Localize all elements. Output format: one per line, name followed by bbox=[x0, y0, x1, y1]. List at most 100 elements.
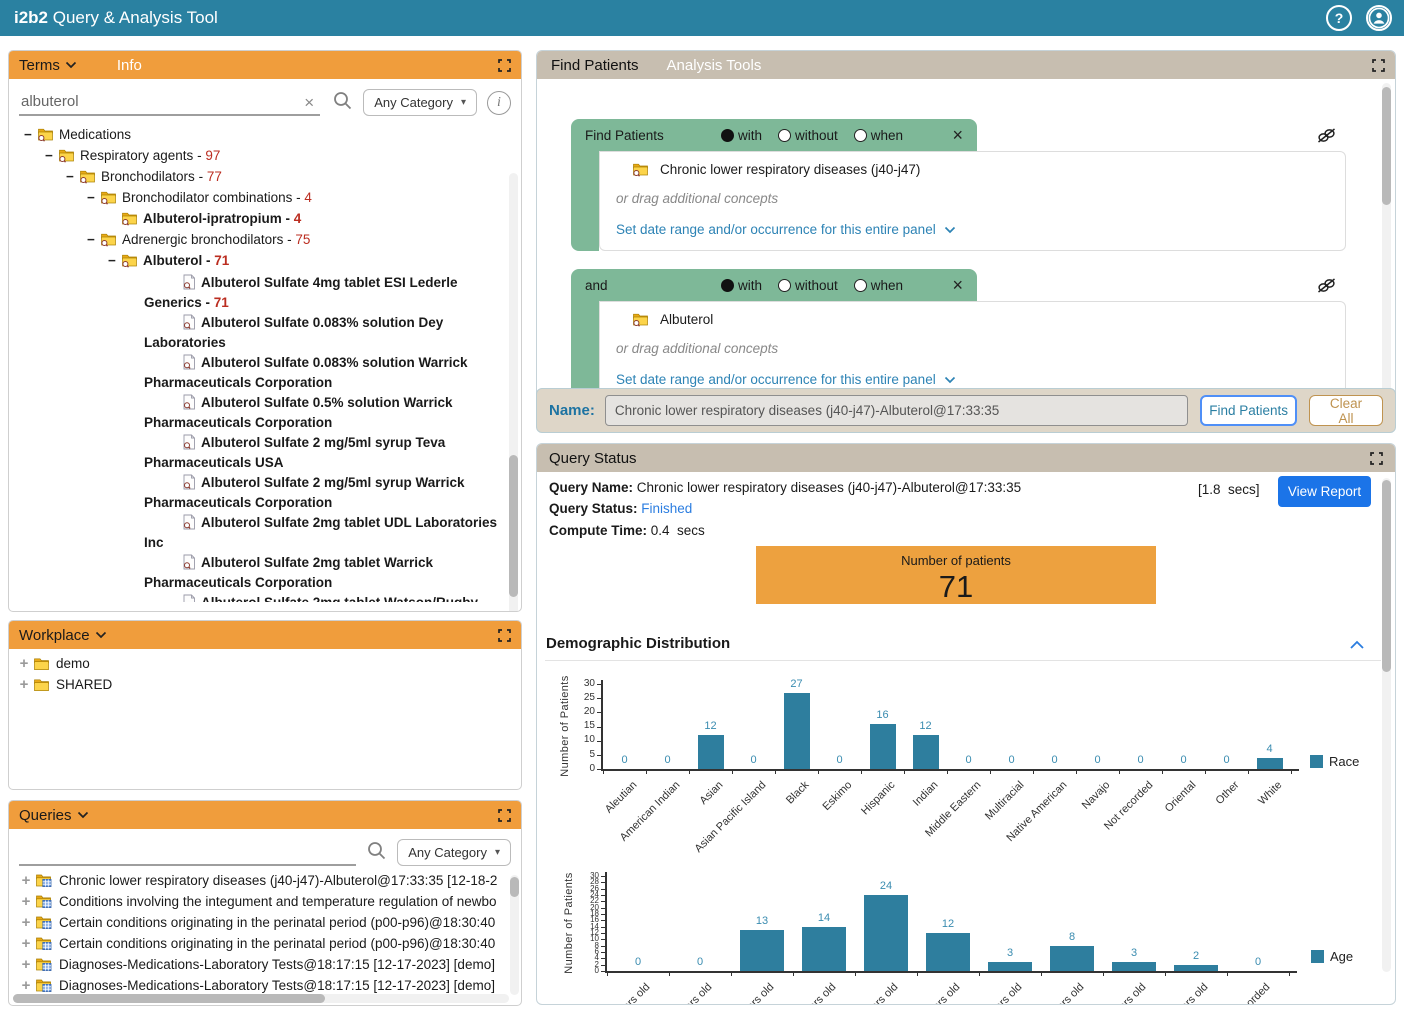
radio-without[interactable]: without bbox=[778, 128, 838, 143]
info-icon[interactable]: i bbox=[487, 91, 511, 115]
close-icon[interactable]: × bbox=[952, 125, 963, 146]
panel-concept[interactable]: Chronic lower respiratory diseases (j40-… bbox=[630, 162, 1329, 177]
expand-icon[interactable] bbox=[1370, 452, 1383, 465]
clear-all-button[interactable]: Clear All bbox=[1309, 395, 1383, 426]
radio-without-circle[interactable] bbox=[778, 129, 791, 142]
expand-icon[interactable] bbox=[498, 629, 511, 642]
tab-info[interactable]: Info bbox=[117, 57, 142, 74]
expand-plus-icon[interactable]: + bbox=[17, 653, 31, 674]
query-name-bar: Name: Find Patients Clear All bbox=[536, 388, 1396, 433]
x-tick-label: >= 95 years old bbox=[1096, 981, 1211, 1005]
unlink-icon[interactable] bbox=[1315, 127, 1338, 149]
fp-scrollbar[interactable] bbox=[1382, 83, 1391, 427]
close-icon[interactable]: × bbox=[952, 275, 963, 296]
radio-with[interactable]: with bbox=[721, 128, 762, 143]
search-icon[interactable] bbox=[366, 840, 387, 866]
compute-time-row: Compute Time: 0.4 secs bbox=[549, 523, 705, 538]
user-icon[interactable] bbox=[1366, 5, 1392, 31]
workplace-panel-header: Workplace bbox=[9, 621, 521, 649]
query-item[interactable]: +Diagnoses-Medications-Laboratory Tests@… bbox=[11, 975, 507, 996]
collapse-icon[interactable]: − bbox=[42, 145, 56, 166]
workplace-item[interactable]: +SHARED bbox=[9, 674, 521, 695]
tree-leaf-item[interactable]: Albuterol Sulfate 2mg tablet Watson/Rugb… bbox=[15, 594, 507, 602]
query-status-scrollbar[interactable] bbox=[1382, 478, 1391, 972]
terms-title[interactable]: Terms bbox=[19, 57, 77, 74]
tree-folder-item[interactable]: −Respiratory agents - 97 bbox=[42, 145, 507, 166]
bar-value: 0 bbox=[1169, 754, 1199, 766]
panel-drop-area[interactable]: Albuterol or drag additional concepts Se… bbox=[599, 301, 1346, 401]
radio-with[interactable]: with bbox=[721, 278, 762, 293]
expand-icon[interactable] bbox=[498, 809, 511, 822]
queries-category-dropdown[interactable]: Any Category▾ bbox=[397, 839, 511, 866]
tree-leaf-item[interactable]: Albuterol Sulfate 4mg tablet ESI Lederle… bbox=[15, 274, 507, 311]
query-item[interactable]: +Certain conditions originating in the p… bbox=[11, 912, 507, 933]
tree-leaf-item[interactable]: Albuterol Sulfate 0.083% solution Dey La… bbox=[15, 314, 507, 351]
radio-when-circle[interactable] bbox=[854, 129, 867, 142]
find-patients-button[interactable]: Find Patients bbox=[1200, 395, 1297, 426]
tree-leaf-item[interactable]: Albuterol Sulfate 2 mg/5ml syrup Teva Ph… bbox=[15, 434, 507, 471]
tree-folder-item[interactable]: Albuterol-ipratropium - 4 bbox=[105, 208, 507, 229]
search-icon[interactable] bbox=[332, 90, 353, 116]
panel-concept[interactable]: Albuterol bbox=[630, 312, 1329, 327]
collapse-icon[interactable]: − bbox=[105, 250, 119, 271]
expand-icon[interactable] bbox=[498, 59, 511, 72]
tree-folder-item[interactable]: −Albuterol - 71 bbox=[105, 250, 507, 271]
tree-folder-item[interactable]: −Adrenergic bronchodilators - 75 bbox=[84, 229, 507, 250]
tree-folder-item[interactable]: −Bronchodilator combinations - 4 bbox=[84, 187, 507, 208]
date-range-link[interactable]: Set date range and/or occurrence for thi… bbox=[616, 372, 1329, 387]
query-item[interactable]: +Certain conditions originating in the p… bbox=[11, 933, 507, 954]
document-search-icon bbox=[164, 594, 196, 602]
query-item[interactable]: +Conditions involving the integument and… bbox=[11, 891, 507, 912]
query-item[interactable]: +Diagnoses-Medications-Laboratory Tests@… bbox=[11, 954, 507, 975]
panel-drop-area[interactable]: Chronic lower respiratory diseases (j40-… bbox=[599, 151, 1346, 251]
collapse-icon[interactable]: − bbox=[84, 229, 98, 250]
tree-folder-item[interactable]: −Medications bbox=[21, 124, 507, 145]
radio-when[interactable]: when bbox=[854, 128, 903, 143]
query-name-input[interactable] bbox=[605, 395, 1188, 426]
queries-search-input[interactable] bbox=[19, 839, 356, 866]
x-tick-label: 65-74 years old bbox=[910, 981, 1025, 1005]
chevron-up-icon[interactable] bbox=[1349, 637, 1365, 655]
terms-category-dropdown[interactable]: Any Category▾ bbox=[363, 89, 477, 116]
expand-plus-icon[interactable]: + bbox=[19, 975, 33, 996]
bar-hispanic bbox=[870, 724, 896, 769]
radio-with-circle[interactable] bbox=[721, 279, 734, 292]
radio-with-circle[interactable] bbox=[721, 129, 734, 142]
expand-plus-icon[interactable]: + bbox=[19, 954, 33, 975]
expand-icon[interactable] bbox=[1372, 59, 1385, 72]
tree-leaf-item[interactable]: Albuterol Sulfate 2mg tablet Warrick Pha… bbox=[15, 554, 507, 591]
radio-when-circle[interactable] bbox=[854, 279, 867, 292]
expand-plus-icon[interactable]: + bbox=[17, 674, 31, 695]
collapse-icon[interactable]: − bbox=[84, 187, 98, 208]
tab-analysis-tools[interactable]: Analysis Tools bbox=[653, 57, 776, 74]
tree-leaf-item[interactable]: Albuterol Sulfate 0.083% solution Warric… bbox=[15, 354, 507, 391]
clear-search-icon[interactable]: × bbox=[304, 93, 314, 113]
queries-title[interactable]: Queries bbox=[19, 807, 89, 824]
workplace-title[interactable]: Workplace bbox=[19, 627, 107, 644]
tree-leaf-item[interactable]: Albuterol Sulfate 0.5% solution Warrick … bbox=[15, 394, 507, 431]
terms-search-input[interactable] bbox=[19, 89, 320, 116]
terms-scrollbar[interactable] bbox=[509, 173, 518, 612]
unlink-icon[interactable] bbox=[1315, 277, 1338, 299]
tree-leaf-item[interactable]: Albuterol Sulfate 2mg tablet UDL Laborat… bbox=[15, 514, 507, 551]
workplace-item[interactable]: +demo bbox=[9, 653, 521, 674]
expand-plus-icon[interactable]: + bbox=[19, 933, 33, 954]
queries-vscrollbar[interactable] bbox=[510, 875, 519, 995]
collapse-icon[interactable]: − bbox=[21, 124, 35, 145]
tab-find-patients[interactable]: Find Patients bbox=[537, 57, 653, 74]
radio-when[interactable]: when bbox=[854, 278, 903, 293]
expand-plus-icon[interactable]: + bbox=[19, 912, 33, 933]
help-icon[interactable]: ? bbox=[1326, 5, 1352, 31]
date-range-link[interactable]: Set date range and/or occurrence for thi… bbox=[616, 222, 1329, 237]
collapse-icon[interactable]: − bbox=[63, 166, 77, 187]
radio-without[interactable]: without bbox=[778, 278, 838, 293]
expand-plus-icon[interactable]: + bbox=[19, 891, 33, 912]
tree-leaf-item[interactable]: Albuterol Sulfate 2 mg/5ml syrup Warrick… bbox=[15, 474, 507, 511]
tree-folder-item[interactable]: −Bronchodilators - 77 bbox=[63, 166, 507, 187]
query-item[interactable]: +Chronic lower respiratory diseases (j40… bbox=[11, 870, 507, 891]
radio-without-circle[interactable] bbox=[778, 279, 791, 292]
view-report-button[interactable]: View Report bbox=[1278, 476, 1371, 507]
expand-plus-icon[interactable]: + bbox=[19, 870, 33, 891]
queries-hscrollbar[interactable] bbox=[13, 994, 509, 1003]
document-search-icon bbox=[164, 514, 196, 535]
